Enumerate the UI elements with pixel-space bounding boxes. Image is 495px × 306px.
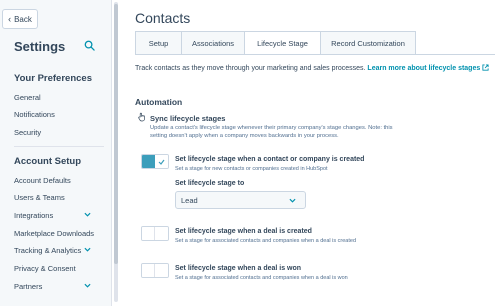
chevron-down-icon[interactable] — [84, 283, 91, 288]
check-icon — [158, 159, 165, 165]
chevron-down-icon — [289, 198, 296, 203]
tab-record-customization[interactable]: Record Customization — [320, 31, 416, 55]
external-link-icon — [482, 64, 489, 71]
sidebar-divider — [14, 146, 104, 147]
toggle-deal-won[interactable] — [141, 263, 169, 278]
stage-select-label: Set lifecycle stage to — [175, 180, 245, 187]
page-title: Contacts — [135, 10, 191, 26]
sidebar-item-integrations[interactable]: Integrations — [14, 211, 53, 220]
sidebar-item-marketplace-downloads[interactable]: Marketplace Downloads — [14, 229, 94, 238]
tab-setup[interactable]: Setup — [135, 31, 181, 55]
toggle-deal-created[interactable] — [141, 226, 169, 241]
option-description-deal-created: Set a stage for associated contacts and … — [175, 238, 356, 244]
toggle-contact-company-created[interactable] — [141, 154, 169, 169]
sidebar-item-privacy-consent[interactable]: Privacy & Consent — [14, 264, 76, 273]
sidebar-title: Settings — [14, 39, 66, 54]
option-description-contact-created: Set a stage for new contacts or companie… — [175, 166, 328, 172]
chevron-down-icon[interactable] — [84, 212, 91, 217]
sidebar-item-notifications[interactable]: Notifications — [14, 110, 55, 119]
option-description-deal-won: Set a stage for associated contacts and … — [175, 275, 348, 281]
settings-tabs: Setup Associations Lifecycle Stage Recor… — [135, 31, 416, 55]
option-title-contact-created: Set lifecycle stage when a contact or co… — [175, 156, 365, 163]
lifecycle-stage-select[interactable]: Lead — [175, 191, 306, 209]
sidebar-item-tracking-analytics[interactable]: Tracking & Analytics — [14, 246, 81, 255]
sidebar-item-account-defaults[interactable]: Account Defaults — [14, 176, 71, 185]
select-value: Lead — [181, 195, 198, 205]
back-button[interactable]: ‹ Back — [2, 9, 38, 29]
chevron-left-icon: ‹ — [8, 14, 12, 24]
option-title-deal-created: Set lifecycle stage when a deal is creat… — [175, 228, 312, 235]
option-title-deal-won: Set lifecycle stage when a deal is won — [175, 265, 302, 272]
sidebar-item-general[interactable]: General — [14, 93, 41, 102]
preferences-heading: Your Preferences — [14, 73, 92, 84]
tabs-underline — [135, 54, 495, 55]
sidebar-scrollbar-thumb[interactable] — [114, 4, 118, 264]
tab-lifecycle-stage[interactable]: Lifecycle Stage — [244, 31, 320, 55]
automation-heading: Automation — [135, 97, 183, 107]
back-label: Back — [14, 14, 32, 24]
learn-more-link[interactable]: Learn more about lifecycle stages — [367, 64, 489, 72]
description-text: Track contacts as they move through your… — [135, 65, 366, 72]
search-icon[interactable] — [84, 40, 95, 51]
chevron-down-icon[interactable] — [84, 247, 91, 252]
sidebar-item-partners[interactable]: Partners — [14, 282, 42, 291]
account-setup-heading: Account Setup — [14, 156, 82, 167]
settings-sidebar: ‹ Back Settings Your Preferences General… — [0, 0, 112, 306]
tab-associations[interactable]: Associations — [181, 31, 244, 55]
page-description: Track contacts as they move through your… — [135, 64, 489, 72]
cursor-hand-icon — [138, 112, 145, 122]
sidebar-item-users-teams[interactable]: Users & Teams — [14, 193, 65, 202]
sidebar-item-security[interactable]: Security — [14, 128, 41, 137]
sync-lifecycle-description: Update a contact's lifecycle stage whene… — [150, 125, 393, 139]
sync-lifecycle-title[interactable]: Sync lifecycle stages — [150, 114, 225, 123]
